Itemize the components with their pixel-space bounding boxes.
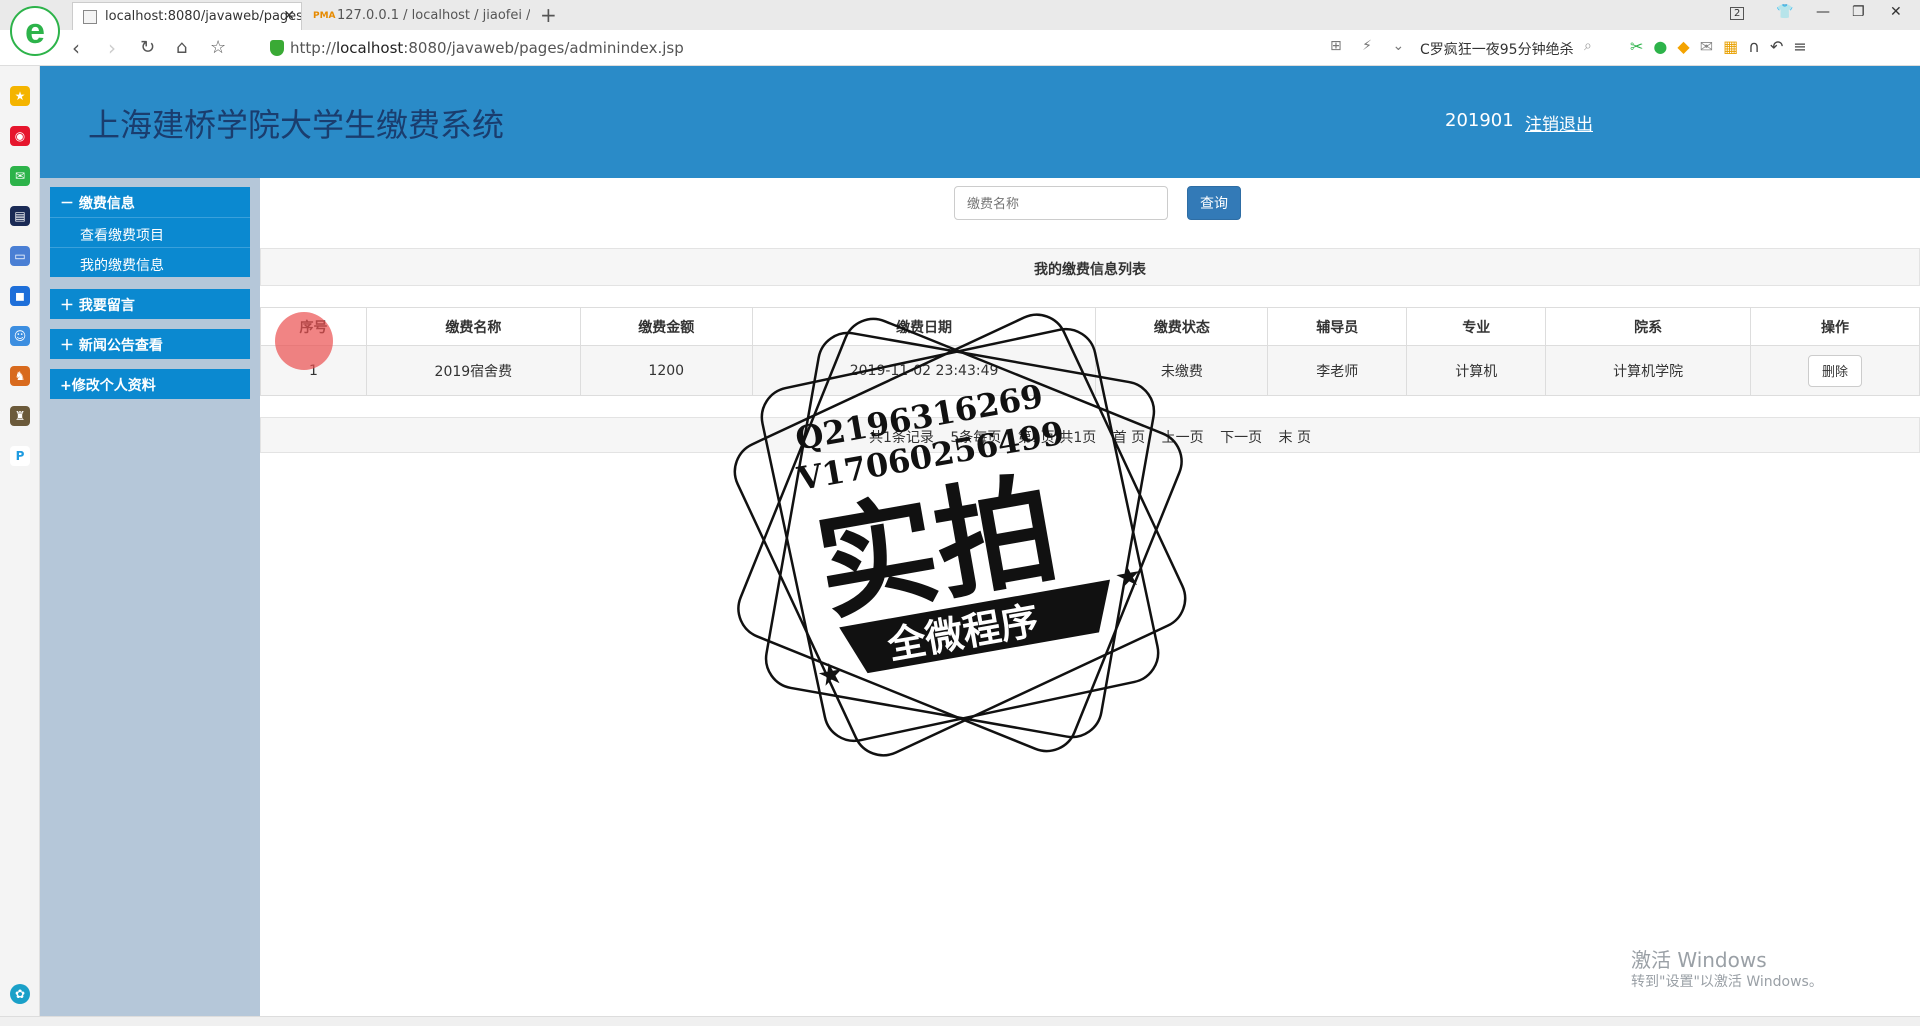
forward-icon[interactable]: › — [108, 36, 116, 60]
url-field[interactable]: http://localhost:8080/javaweb/pages/admi… — [290, 39, 684, 57]
game2-icon[interactable]: ♞ — [10, 366, 30, 386]
pager-last-link[interactable]: 末 页 — [1279, 430, 1311, 446]
activate-windows-subtitle: 转到"设置"以激活 Windows。 — [1631, 974, 1823, 990]
address-bar: ‹ › ↻ ⌂ ☆ http://localhost:8080/javaweb/… — [0, 30, 1920, 66]
address-tools-icons[interactable]: ⊞ ⚡ ⌄ — [1330, 38, 1412, 54]
page-header: 上海建桥学院大学生缴费系统 201901 注销退出 — [40, 66, 1920, 178]
col-major: 专业 — [1406, 307, 1547, 346]
browser-logo-icon[interactable]: e — [10, 6, 60, 56]
menu-group-leave-message[interactable]: ＋ 我要留言 — [50, 289, 250, 319]
assist-icon[interactable]: ✿ — [10, 984, 30, 1004]
game1-icon[interactable]: ☺ — [10, 326, 30, 346]
logout-link[interactable]: 注销退出 — [1525, 110, 1593, 135]
search-button[interactable]: 查询 — [1187, 186, 1241, 220]
menu-group-payment-info[interactable]: － 缴费信息 — [50, 187, 250, 217]
tab-label: 127.0.0.1 / localhost / jiaofei / — [337, 8, 530, 23]
col-department: 院系 — [1545, 307, 1752, 346]
bookmark-star-icon[interactable]: ☆ — [210, 37, 226, 58]
menu-group-edit-profile[interactable]: +修改个人资料 — [50, 369, 250, 399]
doc-icon[interactable]: ▭ — [10, 246, 30, 266]
browser-tab-phpmyadmin[interactable]: PMA 127.0.0.1 / localhost / jiaofei / — [305, 2, 530, 30]
close-window-icon[interactable]: ✕ — [1890, 4, 1902, 20]
browser-tabbar: localhost:8080/javaweb/pages/ ✕ PMA 127.… — [0, 0, 1920, 30]
watermark-stamp: Q2196316269 V17060256499 实拍 全微程序 ★ ★ — [733, 313, 1187, 757]
menu-item-my-payment-info[interactable]: 我的缴费信息 — [50, 247, 250, 277]
menu-item-view-payment-items[interactable]: 查看缴费项目 — [50, 217, 250, 247]
browser-statusbar — [0, 1016, 1920, 1026]
col-action: 操作 — [1750, 307, 1920, 346]
skin-icon[interactable]: 👕 — [1776, 4, 1793, 20]
site-title: 上海建桥学院大学生缴费系统 — [88, 106, 505, 144]
cell-name: 2019宿舍费 — [365, 345, 581, 396]
secure-shield-icon — [270, 40, 284, 56]
left-menu: － 缴费信息 查看缴费项目 我的缴费信息 ＋ 我要留言 ＋ 新闻公告查看 +修改… — [40, 178, 260, 1016]
browser-sidebar: ★ ◉ ✉ ▤ ▭ ◼ ☺ ♞ ♜ P ✿ — [0, 66, 40, 1016]
chat-icon[interactable]: ◼ — [10, 286, 30, 306]
cursor-highlight — [275, 312, 333, 370]
payment-name-search-input[interactable] — [954, 186, 1168, 220]
reload-icon[interactable]: ↻ — [140, 37, 155, 58]
game3-icon[interactable]: ♜ — [10, 406, 30, 426]
pager-next-link[interactable]: 下一页 — [1220, 430, 1262, 446]
p-icon[interactable]: P — [10, 446, 30, 466]
cell-action: 删除 — [1750, 345, 1920, 396]
cell-major: 计算机 — [1406, 345, 1547, 396]
tab-close-icon[interactable]: ✕ — [283, 8, 295, 24]
minimize-icon[interactable]: — — [1816, 4, 1830, 20]
weibo-icon[interactable]: ◉ — [10, 126, 30, 146]
page-favicon-icon — [83, 10, 97, 24]
tab-count-badge[interactable]: 2 — [1730, 7, 1745, 20]
back-icon[interactable]: ‹ — [72, 36, 80, 60]
mail-icon[interactable]: ✉ — [10, 166, 30, 186]
pma-favicon-icon: PMA — [313, 11, 336, 21]
cell-department: 计算机学院 — [1545, 345, 1752, 396]
list-title: 我的缴费信息列表 — [260, 248, 1920, 286]
tab-label: localhost:8080/javaweb/pages/ — [105, 9, 302, 24]
news-icon[interactable]: ▤ — [10, 206, 30, 226]
col-counselor: 辅导员 — [1267, 307, 1408, 346]
activate-windows-title: 激活 Windows — [1631, 948, 1767, 972]
browser-tab-active[interactable]: localhost:8080/javaweb/pages/ ✕ — [72, 2, 302, 30]
restore-icon[interactable]: ❐ — [1852, 4, 1865, 20]
search-icon[interactable]: ⌕ — [1584, 38, 1592, 54]
cell-counselor: 李老师 — [1267, 345, 1408, 396]
home-icon[interactable]: ⌂ — [176, 37, 187, 58]
star-icon: ★ — [815, 655, 848, 694]
star-icon[interactable]: ★ — [10, 86, 30, 106]
menu-group-news[interactable]: ＋ 新闻公告查看 — [50, 329, 250, 359]
extension-icons[interactable]: ✂●◆✉▦∩↶≡ — [1630, 37, 1817, 56]
col-name: 缴费名称 — [365, 307, 581, 346]
new-tab-icon[interactable]: + — [540, 3, 557, 27]
current-user-id: 201901 — [1445, 110, 1514, 131]
browser-search-hint[interactable]: C罗疯狂一夜95分钟绝杀 — [1420, 39, 1574, 59]
delete-button[interactable]: 删除 — [1808, 354, 1862, 387]
